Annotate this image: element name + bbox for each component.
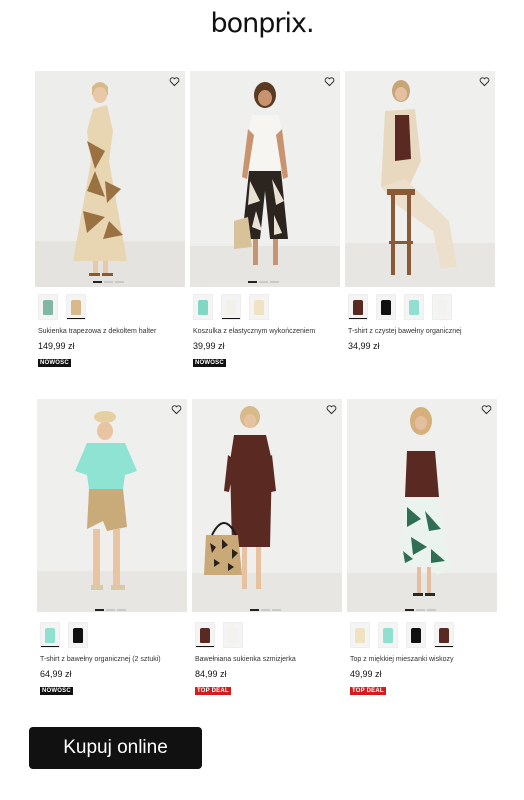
swatch-fill <box>381 300 391 315</box>
color-swatch[interactable] <box>223 622 243 648</box>
color-swatches <box>192 622 342 650</box>
product-name[interactable]: T-shirt z bawełny organicznej (2 sztuki) <box>37 656 187 663</box>
color-swatch[interactable] <box>195 622 215 648</box>
product-price: 64,99 zł <box>40 669 72 679</box>
swatch-fill <box>228 628 238 643</box>
product-card[interactable]: Top z miękkiej mieszanki wiskozy 49,99 z… <box>347 399 497 697</box>
heart-icon[interactable] <box>169 76 180 87</box>
product-card[interactable]: Sukienka trapezowa z dekoltem halter 149… <box>35 71 185 369</box>
product-image[interactable] <box>192 399 342 615</box>
swatch-fill <box>353 300 363 315</box>
swatch-fill <box>226 300 236 315</box>
heart-icon[interactable] <box>326 404 337 415</box>
shop-online-button[interactable]: Kupuj online <box>29 727 202 769</box>
product-name[interactable]: Bawełniana sukienka szmizjerka <box>192 656 342 663</box>
product-image[interactable] <box>347 399 497 615</box>
product-card[interactable]: T-shirt z czystej bawełny organicznej 34… <box>345 71 495 351</box>
color-swatch[interactable] <box>193 294 213 320</box>
swatch-fill <box>439 628 449 643</box>
product-price: 149,99 zł <box>38 341 75 351</box>
swatch-fill <box>45 628 55 643</box>
product-badge: NOWOŚĆ <box>193 359 226 367</box>
color-swatch[interactable] <box>434 622 454 648</box>
color-swatches <box>190 294 340 322</box>
color-swatch[interactable] <box>348 294 368 320</box>
product-price: 49,99 zł <box>350 669 382 679</box>
product-badge: NOWOŚĆ <box>38 359 71 367</box>
swatch-fill <box>71 300 81 315</box>
color-swatches <box>345 294 495 322</box>
color-swatch[interactable] <box>66 294 86 320</box>
product-badge: TOP DEAL <box>350 687 386 695</box>
product-card[interactable]: T-shirt z bawełny organicznej (2 sztuki)… <box>37 399 187 697</box>
product-name[interactable]: Top z miękkiej mieszanki wiskozy <box>347 656 497 663</box>
product-badge: TOP DEAL <box>195 687 231 695</box>
swatch-fill <box>43 300 53 315</box>
product-price: 84,99 zł <box>195 669 227 679</box>
swatch-fill <box>437 300 447 315</box>
swatch-fill <box>383 628 393 643</box>
swatch-fill <box>200 628 210 643</box>
heart-icon[interactable] <box>479 76 490 87</box>
swatch-fill <box>73 628 83 643</box>
heart-icon[interactable] <box>481 404 492 415</box>
image-pager[interactable] <box>93 281 124 283</box>
image-pager[interactable] <box>95 609 126 611</box>
swatch-fill <box>198 300 208 315</box>
color-swatch[interactable] <box>38 294 58 320</box>
product-image[interactable] <box>190 71 340 287</box>
swatch-fill <box>411 628 421 643</box>
swatch-fill <box>409 300 419 315</box>
product-image[interactable] <box>345 71 495 287</box>
color-swatches <box>35 294 185 322</box>
color-swatch[interactable] <box>40 622 60 648</box>
swatch-fill <box>355 628 365 643</box>
product-name[interactable]: Sukienka trapezowa z dekoltem halter <box>35 328 185 335</box>
product-image[interactable] <box>35 71 185 287</box>
product-price: 39,99 zł <box>193 341 225 351</box>
heart-icon[interactable] <box>171 404 182 415</box>
color-swatch[interactable] <box>432 294 452 320</box>
image-pager[interactable] <box>405 609 436 611</box>
product-card[interactable]: Bawełniana sukienka szmizjerka 84,99 zł … <box>192 399 342 697</box>
product-price: 34,99 zł <box>348 341 380 351</box>
heart-icon[interactable] <box>324 76 335 87</box>
image-pager[interactable] <box>248 281 279 283</box>
color-swatch[interactable] <box>350 622 370 648</box>
color-swatch[interactable] <box>221 294 241 320</box>
color-swatch[interactable] <box>68 622 88 648</box>
bonprix-logo[interactable]: bonprix. <box>0 8 524 39</box>
swatch-fill <box>254 300 264 315</box>
product-badge: NOWOŚĆ <box>40 687 73 695</box>
product-card[interactable]: Koszulka z elastycznym wykończeniem 39,9… <box>190 71 340 369</box>
product-name[interactable]: Koszulka z elastycznym wykończeniem <box>190 328 340 335</box>
image-pager[interactable] <box>250 609 281 611</box>
color-swatch[interactable] <box>376 294 396 320</box>
color-swatches <box>37 622 187 650</box>
color-swatch[interactable] <box>404 294 424 320</box>
color-swatch[interactable] <box>378 622 398 648</box>
product-image[interactable] <box>37 399 187 615</box>
product-name[interactable]: T-shirt z czystej bawełny organicznej <box>345 328 495 335</box>
color-swatch[interactable] <box>406 622 426 648</box>
color-swatch[interactable] <box>249 294 269 320</box>
color-swatches <box>347 622 497 650</box>
